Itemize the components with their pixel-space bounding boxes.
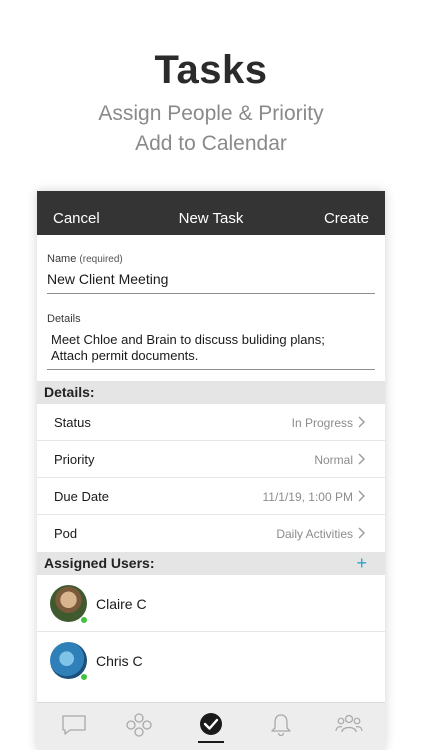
priority-value: Normal <box>314 453 353 467</box>
promo-subtitle-line1: Assign People & Priority <box>98 102 324 125</box>
assigned-users-title: Assigned Users: <box>44 555 155 571</box>
assigned-user-row[interactable]: Claire C <box>37 575 385 632</box>
tab-people[interactable] <box>335 712 363 738</box>
chevron-right-icon <box>358 453 365 465</box>
due-date-label: Due Date <box>54 489 109 504</box>
promo-title: Tasks <box>154 48 268 92</box>
status-value: In Progress <box>291 416 353 430</box>
tab-pods[interactable] <box>125 712 153 738</box>
tab-chats[interactable] <box>60 712 88 738</box>
add-user-button[interactable]: + <box>356 552 367 574</box>
chat-bubble-icon <box>62 715 86 735</box>
tab-notifications[interactable] <box>267 712 295 738</box>
priority-label: Priority <box>54 452 95 467</box>
create-button[interactable]: Create <box>324 210 369 227</box>
checkmark-circle-icon <box>200 713 222 735</box>
navigation-bar: Cancel New Task Create <box>37 191 385 235</box>
due-date-value: 11/1/19, 1:00 PM <box>262 490 353 504</box>
pod-value: Daily Activities <box>276 527 353 541</box>
online-status-icon <box>80 616 88 624</box>
status-label: Status <box>54 415 91 430</box>
user-name: Claire C <box>96 596 147 612</box>
name-label: Name <box>47 253 77 265</box>
chevron-right-icon <box>358 416 365 428</box>
details-line-1: Meet Chloe and Brain to discuss buliding… <box>51 332 325 347</box>
details-field-label: Details <box>47 313 81 325</box>
active-tab-indicator <box>198 741 224 743</box>
details-field[interactable]: Meet Chloe and Brain to discuss buliding… <box>51 332 371 364</box>
bell-icon <box>271 714 291 737</box>
name-required-hint: (required) <box>79 254 123 265</box>
details-section-header: Details: <box>37 381 385 404</box>
assigned-user-row[interactable]: Chris C <box>37 632 385 689</box>
pods-icon <box>126 713 152 737</box>
tab-tasks[interactable] <box>197 712 225 738</box>
name-field[interactable]: New Client Meeting <box>47 271 168 287</box>
details-field-underline <box>47 369 375 370</box>
phone-screen: Cancel New Task Create Name (required) N… <box>37 191 385 750</box>
assigned-users-section-header: Assigned Users: + <box>37 552 385 575</box>
details-line-2: Attach permit documents. <box>51 348 199 363</box>
people-icon <box>335 714 363 733</box>
tab-bar <box>37 702 385 750</box>
online-status-icon <box>80 673 88 681</box>
name-field-underline <box>47 293 375 294</box>
user-name: Chris C <box>96 653 143 669</box>
due-date-row[interactable]: Due Date 11/1/19, 1:00 PM <box>37 478 385 515</box>
pod-row[interactable]: Pod Daily Activities <box>37 515 385 552</box>
name-field-label: Name (required) <box>47 253 123 265</box>
priority-row[interactable]: Priority Normal <box>37 441 385 478</box>
chevron-right-icon <box>358 490 365 502</box>
pod-label: Pod <box>54 526 78 541</box>
status-row[interactable]: Status In Progress <box>37 404 385 441</box>
promo-subtitle-line2: Add to Calendar <box>135 132 287 155</box>
chevron-right-icon <box>358 527 365 539</box>
